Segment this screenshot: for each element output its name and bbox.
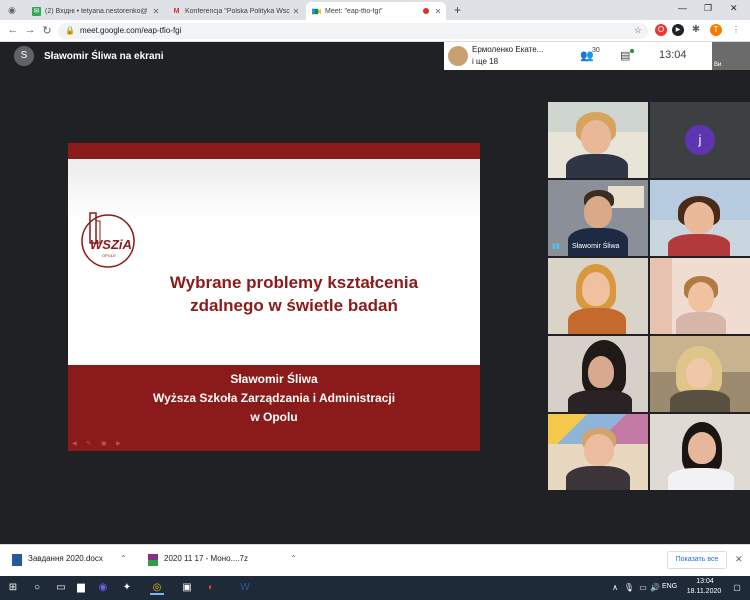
participant-tile[interactable] (650, 336, 750, 412)
opera-extension-icon[interactable]: O (655, 24, 667, 36)
download-item-7z[interactable]: 2020 11 17 - Моно....7z (164, 554, 248, 563)
participant-tile[interactable] (548, 336, 648, 412)
presenter-label: Sławomir Śliwa na ekrani (44, 51, 164, 62)
participant-name[interactable]: Ермоленко Екате... (472, 45, 543, 54)
meet-call-area: S Sławomir Śliwa na ekrani Ермоленко Ека… (0, 42, 750, 544)
participant-avatar: j (685, 125, 715, 155)
participant-avatar (448, 46, 468, 66)
slide-title-line2: zdalnego w świetle badań (190, 296, 398, 315)
file-explorer-icon[interactable]: ▆ (74, 581, 88, 595)
word-file-icon (12, 554, 22, 566)
meet-icon (312, 7, 321, 16)
reload-button[interactable]: ↻ (40, 24, 54, 37)
tab-inbox[interactable]: ✉ (2) Вхідні • tetyana.nestorenko@ ✕ (26, 2, 164, 20)
participant-tile[interactable] (650, 414, 750, 490)
participant-name: Sławomir Śliwa (572, 243, 620, 250)
self-label: Ви (714, 62, 722, 68)
slide-header-bar (68, 143, 480, 159)
chevron-up-icon[interactable]: ⌃ (120, 554, 127, 563)
minimize-button[interactable]: — (678, 3, 687, 13)
close-window-button[interactable]: ✕ (730, 3, 738, 14)
profile-avatar[interactable]: T (710, 24, 722, 36)
download-item-docx[interactable]: Завдання 2020.docx (28, 554, 103, 563)
back-button[interactable]: ← (6, 24, 20, 36)
slide-title-line1: Wybrane problemy kształcenia (169, 273, 419, 292)
slide-author: Sławomir Śliwa (230, 372, 318, 386)
save-app-icon[interactable]: ▣ (180, 581, 194, 595)
wszia-logo: WSZiA OPOLE (78, 207, 138, 271)
close-icon[interactable]: ✕ (151, 7, 161, 16)
browser-tab-strip: ◉ ✉ (2) Вхідні • tetyana.nestorenko@ ✕ M… (0, 0, 750, 20)
people-count: 30 (592, 47, 600, 54)
task-view-icon[interactable]: ▭ (54, 581, 68, 595)
viber-icon[interactable]: ◉ (96, 581, 110, 595)
download-shelf: Завдання 2020.docx ⌃ 2020 11 17 - Моно..… (0, 544, 750, 576)
tray-expand-icon[interactable]: ∧ (608, 581, 622, 595)
taskbar-time[interactable]: 13:04 (690, 578, 720, 585)
close-icon[interactable]: ✕ (433, 7, 443, 16)
participant-more[interactable]: і ще 18 (472, 57, 498, 66)
chat-icon[interactable]: ▤ (620, 49, 630, 62)
recording-icon (423, 8, 429, 14)
participant-tile[interactable] (548, 102, 648, 178)
participant-tile[interactable]: j (650, 102, 750, 178)
archive-file-icon (148, 554, 158, 566)
slide-controls[interactable]: ◀ ✎ ▣ ▶ (72, 440, 125, 447)
meet-top-panel: Ермоленко Екате... і ще 18 👥 30 ▤ 13:04 … (444, 42, 750, 70)
gmail-icon: M (173, 7, 180, 15)
participant-tile[interactable] (650, 180, 750, 256)
extensions-icon[interactable]: ✱ (690, 24, 702, 36)
show-all-downloads-button[interactable]: Показать все (667, 551, 727, 569)
language-indicator[interactable]: ENG (662, 583, 677, 590)
meet-clock: 13:04 (659, 49, 687, 61)
tab-meet[interactable]: Meet: "eap-tfio-fgi" ✕ (306, 2, 446, 20)
word-icon[interactable]: W (238, 581, 252, 595)
browser-toolbar: ← → ↻ 🔒 meet.google.com/eap-tfio-fgi ☆ O… (0, 20, 750, 42)
slide-footer: Sławomir Śliwa Wyższa Szkoła Zarządzania… (68, 365, 480, 451)
tab-label: (2) Вхідні • tetyana.nestorenko@ (45, 7, 148, 15)
participant-tile[interactable] (548, 258, 648, 334)
address-bar[interactable]: 🔒 meet.google.com/eap-tfio-fgi ☆ (58, 23, 648, 39)
powerpoint-icon[interactable]: ◐ (204, 581, 218, 595)
participant-tile[interactable]: ▮▮ Sławomir Śliwa (548, 180, 648, 256)
presenter-avatar: S (14, 46, 34, 66)
logo-text: WSZiA (90, 237, 132, 252)
self-video-tile[interactable]: Ви (712, 42, 750, 70)
meet-info-bar: 👥 30 ▤ 13:04 (564, 42, 710, 70)
volume-icon[interactable]: 🔊 (648, 581, 662, 595)
close-icon[interactable]: ✕ (291, 7, 301, 16)
chrome-icon[interactable]: ◎ (150, 581, 164, 595)
forward-button[interactable]: → (23, 24, 37, 36)
windows-taskbar: ⊞ ○ ▭ ▆ ◉ ✦ ◎ ▣ ◐ W ∧ 🎙 ▭ 🔊 ENG 13:04 18… (0, 576, 750, 600)
close-icon[interactable]: ✕ (735, 554, 743, 565)
microphone-icon[interactable]: 🎙 (622, 581, 636, 595)
presentation-slide: WSZiA OPOLE Wybrane problemy kształcenia… (68, 143, 480, 451)
mail-icon: ✉ (32, 6, 41, 16)
slide-body: WSZiA OPOLE Wybrane problemy kształcenia… (68, 159, 480, 365)
new-tab-button[interactable]: + (454, 3, 461, 17)
bookmark-star-icon[interactable]: ☆ (634, 25, 642, 36)
taskbar-date[interactable]: 18.11.2020 (684, 588, 724, 595)
url-text: meet.google.com/eap-tfio-fgi (80, 26, 182, 35)
slide-city: w Opolu (250, 410, 298, 424)
lock-icon: 🔒 (65, 26, 75, 35)
participant-tile[interactable] (548, 414, 648, 490)
tab-label: Konferencja "Polska Polityka Wsc (185, 7, 290, 15)
windows-start-icon[interactable]: ⊞ (6, 581, 20, 595)
logo-subtext: OPOLE (102, 253, 116, 258)
tab-label: Meet: "eap-tfio-fgi" (325, 7, 383, 15)
menu-icon[interactable]: ⋮ (730, 24, 742, 36)
chevron-up-icon[interactable]: ⌃ (290, 554, 297, 563)
mic-active-icon: ▮▮ (552, 243, 560, 250)
participant-tile[interactable] (650, 258, 750, 334)
chat-notification-dot (630, 49, 634, 53)
tab-konferencja[interactable]: M Konferencja "Polska Polityka Wsc ✕ (166, 2, 304, 20)
maximize-button[interactable]: ❐ (704, 3, 712, 14)
app-icon[interactable]: ✦ (120, 581, 134, 595)
notification-icon[interactable]: ▢ (730, 581, 744, 595)
slide-institution: Wyższa Szkoła Zarządzania i Administracj… (152, 391, 396, 405)
video-extension-icon[interactable]: ▶ (672, 24, 684, 36)
search-icon[interactable]: ○ (30, 581, 44, 595)
tab-search-icon[interactable]: ◉ (8, 5, 16, 16)
